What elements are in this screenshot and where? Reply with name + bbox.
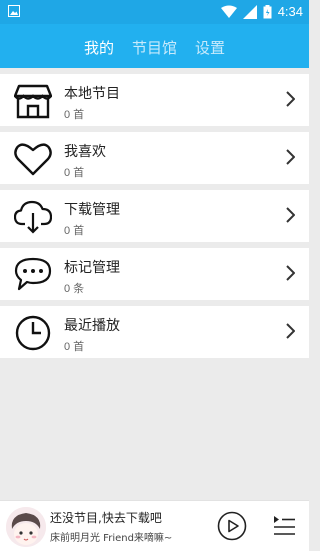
item-count: 0 首 bbox=[64, 109, 85, 121]
tab-settings[interactable]: 设置 bbox=[195, 37, 225, 58]
clock-icon bbox=[15, 315, 51, 351]
status-time: 4:34 bbox=[277, 4, 303, 19]
chevron-right-icon bbox=[286, 265, 295, 281]
wifi-icon bbox=[220, 5, 237, 18]
chevron-right-icon bbox=[286, 207, 295, 223]
list-item-bookmark-manager[interactable]: 标记管理 0 条 bbox=[0, 248, 309, 300]
avatar bbox=[6, 507, 46, 547]
player-subtitle: 床前明月光 Friend来嘀嘛~ bbox=[50, 533, 173, 544]
cartoon-avatar-icon bbox=[6, 507, 46, 547]
tab-bar: 我的 节目馆 设置 bbox=[84, 37, 225, 58]
signal-icon bbox=[242, 5, 257, 19]
item-count: 0 首 bbox=[64, 225, 85, 237]
list-item-recent-plays[interactable]: 最近播放 0 首 bbox=[0, 306, 309, 358]
item-title: 标记管理 bbox=[64, 260, 120, 276]
tab-mine[interactable]: 我的 bbox=[84, 37, 114, 58]
image-notification-icon bbox=[8, 5, 20, 17]
item-title: 本地节目 bbox=[64, 86, 120, 102]
heart-icon bbox=[14, 143, 52, 176]
item-count: 0 条 bbox=[64, 283, 85, 295]
chevron-right-icon bbox=[286, 149, 295, 165]
item-count: 0 首 bbox=[64, 341, 85, 353]
cloud-download-icon bbox=[14, 200, 52, 234]
list-item-favorites[interactable]: 我喜欢 0 首 bbox=[0, 132, 309, 184]
top-nav: 我的 节目馆 设置 bbox=[0, 24, 309, 68]
item-title: 最近播放 bbox=[64, 318, 120, 334]
status-bar: 4:34 bbox=[0, 0, 309, 24]
chevron-right-icon bbox=[286, 91, 295, 107]
store-icon bbox=[14, 84, 52, 119]
item-count: 0 首 bbox=[64, 167, 85, 179]
item-title: 我喜欢 bbox=[64, 144, 106, 160]
list-item-local-programs[interactable]: 本地节目 0 首 bbox=[0, 74, 309, 126]
playlist-button[interactable] bbox=[272, 514, 296, 536]
tab-program-hall[interactable]: 节目馆 bbox=[132, 37, 177, 58]
play-button[interactable] bbox=[217, 511, 247, 541]
chat-bubble-icon bbox=[14, 257, 52, 291]
list-item-download-manager[interactable]: 下载管理 0 首 bbox=[0, 190, 309, 242]
player-title: 还没节目,快去下载吧 bbox=[50, 511, 162, 525]
menu-list: 本地节目 0 首 我喜欢 0 首 下载管理 0 首 标记管理 0 条 最近播放 … bbox=[0, 68, 309, 358]
chevron-right-icon bbox=[286, 323, 295, 339]
item-title: 下载管理 bbox=[64, 202, 120, 218]
battery-icon bbox=[263, 5, 272, 19]
mini-player[interactable]: 还没节目,快去下载吧 床前明月光 Friend来嘀嘛~ bbox=[0, 500, 309, 551]
